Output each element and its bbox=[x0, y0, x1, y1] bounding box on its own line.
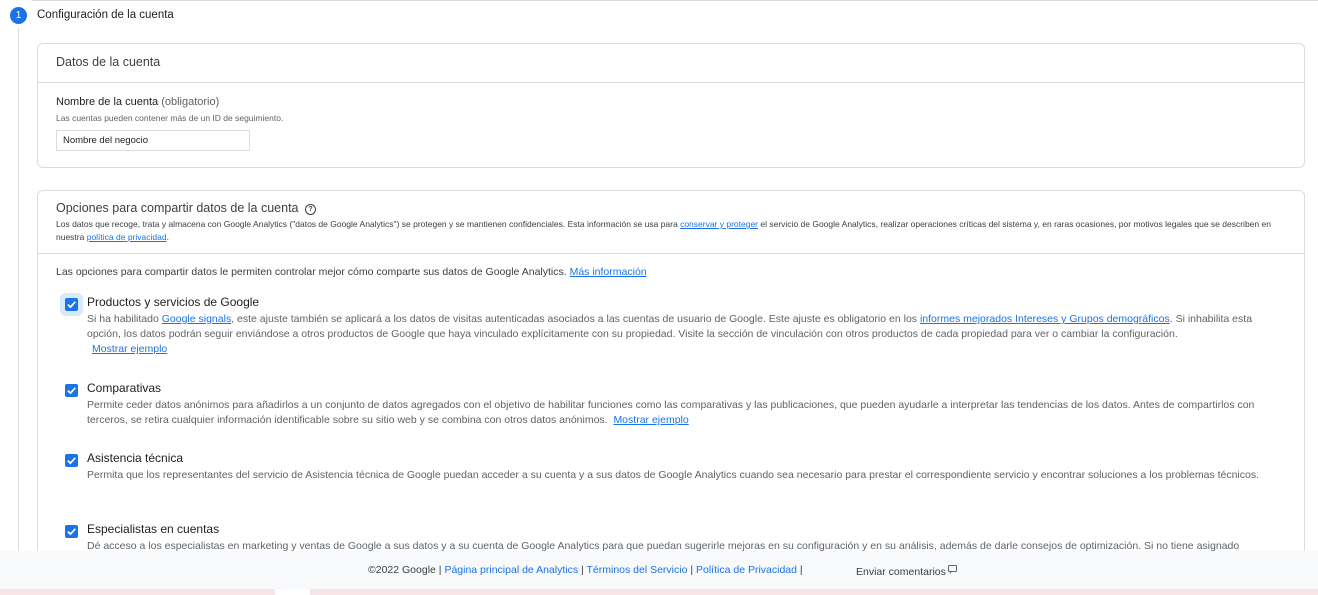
account-name-input[interactable] bbox=[56, 130, 250, 151]
checkmark-icon bbox=[67, 528, 76, 536]
card-divider bbox=[38, 253, 1304, 254]
bottom-strip bbox=[0, 589, 1318, 595]
technical-support-text: Permita que los representantes del servi… bbox=[87, 469, 1260, 481]
learn-more-link[interactable]: Más información bbox=[570, 266, 647, 278]
option-text: , este ajuste también se aplicará a los … bbox=[231, 313, 920, 325]
footer-separator: | bbox=[687, 564, 696, 576]
show-example-link[interactable]: Mostrar ejemplo bbox=[92, 343, 167, 355]
desc-text: Los datos que recoge, trata y almacena c… bbox=[56, 219, 681, 229]
step-number-badge: 1 bbox=[10, 7, 27, 24]
step-title[interactable]: Configuración de la cuenta bbox=[37, 9, 174, 21]
data-sharing-card: Opciones para compartir datos de la cuen… bbox=[37, 190, 1305, 572]
account-name-label-text: Nombre de la cuenta bbox=[56, 96, 159, 108]
conservar-link[interactable]: conservar y proteger bbox=[680, 219, 758, 229]
account-name-label: Nombre de la cuenta (obligatorio) bbox=[56, 96, 219, 108]
google-products-text: Si ha habilitado Google signals, este aj… bbox=[87, 312, 1277, 357]
google-products-title: Productos y servicios de Google bbox=[87, 295, 260, 309]
account-name-help: Las cuentas pueden contener más de un ID… bbox=[56, 113, 284, 123]
footer-links: ©2022 Google | Página principal de Analy… bbox=[368, 564, 803, 576]
benchmarking-title: Comparativas bbox=[87, 381, 162, 395]
page-footer: ©2022 Google | Página principal de Analy… bbox=[0, 551, 1318, 589]
show-example-link[interactable]: Mostrar ejemplo bbox=[613, 414, 688, 426]
benchmarking-checkbox[interactable] bbox=[65, 384, 78, 397]
account-specialists-title: Especialistas en cuentas bbox=[87, 522, 220, 536]
account-name-required: (obligatorio) bbox=[161, 96, 220, 108]
google-products-checkbox[interactable] bbox=[65, 298, 78, 311]
footer-analytics-home-link[interactable]: Página principal de Analytics bbox=[444, 564, 578, 576]
top-border bbox=[32, 0, 1318, 1]
account-specialists-checkbox[interactable] bbox=[65, 525, 78, 538]
footer-separator: | bbox=[796, 564, 803, 576]
feedback-icon[interactable] bbox=[948, 565, 957, 574]
footer-terms-link[interactable]: Términos del Servicio bbox=[586, 564, 687, 576]
technical-support-checkbox[interactable] bbox=[65, 454, 78, 467]
desc-text: . bbox=[166, 232, 169, 242]
checkmark-icon bbox=[67, 457, 76, 465]
demographics-reports-link[interactable]: informes mejorados Intereses y Grupos de… bbox=[920, 313, 1170, 325]
help-icon[interactable]: ? bbox=[304, 204, 316, 215]
checkmark-icon bbox=[67, 301, 76, 309]
footer-privacy-link[interactable]: Política de Privacidad bbox=[696, 564, 797, 576]
data-sharing-title: Opciones para compartir datos de la cuen… bbox=[56, 201, 316, 215]
card-divider bbox=[38, 82, 1304, 83]
data-sharing-title-text: Opciones para compartir datos de la cuen… bbox=[56, 201, 299, 215]
account-data-title: Datos de la cuenta bbox=[56, 55, 161, 69]
step-connector-line bbox=[18, 28, 19, 558]
send-feedback-button[interactable]: Enviar comentarios bbox=[856, 566, 946, 578]
data-sharing-intro: Las opciones para compartir datos le per… bbox=[56, 266, 647, 278]
checkmark-icon bbox=[67, 387, 76, 395]
footer-copyright: ©2022 Google | bbox=[368, 564, 445, 576]
account-data-card: Datos de la cuenta Nombre de la cuenta (… bbox=[37, 43, 1305, 168]
benchmarking-text: Permite ceder datos anónimos para añadir… bbox=[87, 398, 1277, 428]
data-sharing-description: Los datos que recoge, trata y almacena c… bbox=[56, 218, 1276, 244]
google-signals-link[interactable]: Google signals bbox=[162, 313, 231, 325]
privacy-policy-link[interactable]: política de privacidad bbox=[87, 232, 167, 242]
bottom-strip-gap bbox=[275, 589, 310, 595]
technical-support-title: Asistencia técnica bbox=[87, 451, 184, 465]
intro-text: Las opciones para compartir datos le per… bbox=[56, 266, 570, 278]
option-text: Si ha habilitado bbox=[87, 313, 162, 325]
